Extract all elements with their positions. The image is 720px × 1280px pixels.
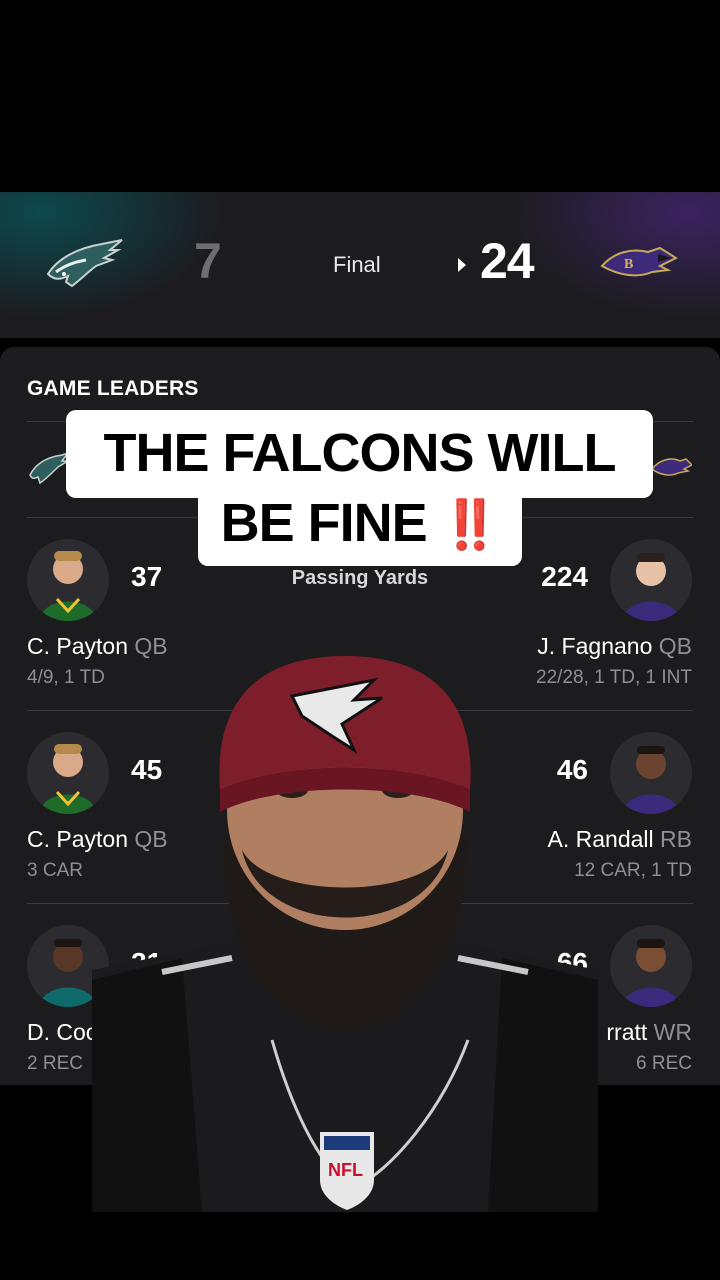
ravens-logo-icon [650,458,692,476]
creator-overlay: NFL [92,656,598,1212]
ravens-logo-icon: B [600,246,678,277]
player-headshot [610,732,692,814]
player-headshot [610,925,692,1007]
player-headshot [610,539,692,621]
caption-line-2: BE FINE ‼️ [198,488,522,566]
scoreboard: 7 Final 24 B [0,192,720,338]
winner-arrow-icon [458,258,466,272]
right-stat-value: 224 [541,561,588,592]
player-name-right[interactable]: rratt WR [606,1019,692,1046]
away-score: 7 [194,233,222,289]
home-score: 24 [480,233,535,289]
eagles-logo-icon [46,239,123,288]
player-position: RB [660,826,692,852]
game-leaders-title: GAME LEADERS [27,377,199,400]
player-position: WR [653,1019,692,1045]
player-name-left[interactable]: D. Coo [27,1019,99,1046]
caption-text: BE FINE [220,493,428,553]
game-status: Final [333,252,381,277]
player-name: rratt [606,1019,648,1045]
player-name: D. Coo [27,1019,99,1045]
player-statline: 2 REC [27,1053,83,1074]
caption-text: THE FALCONS WILL [103,423,617,483]
eagles-logo-icon [29,451,70,485]
svg-text:B: B [624,257,633,272]
player-statline: 6 REC [636,1053,692,1074]
player-position: QB [658,633,692,659]
caption-line-1: THE FALCONS WILL [66,410,653,498]
player-statline: 3 CAR [27,860,83,881]
double-exclamation-icon: ‼️ [440,499,501,552]
svg-text:NFL: NFL [328,1160,363,1180]
